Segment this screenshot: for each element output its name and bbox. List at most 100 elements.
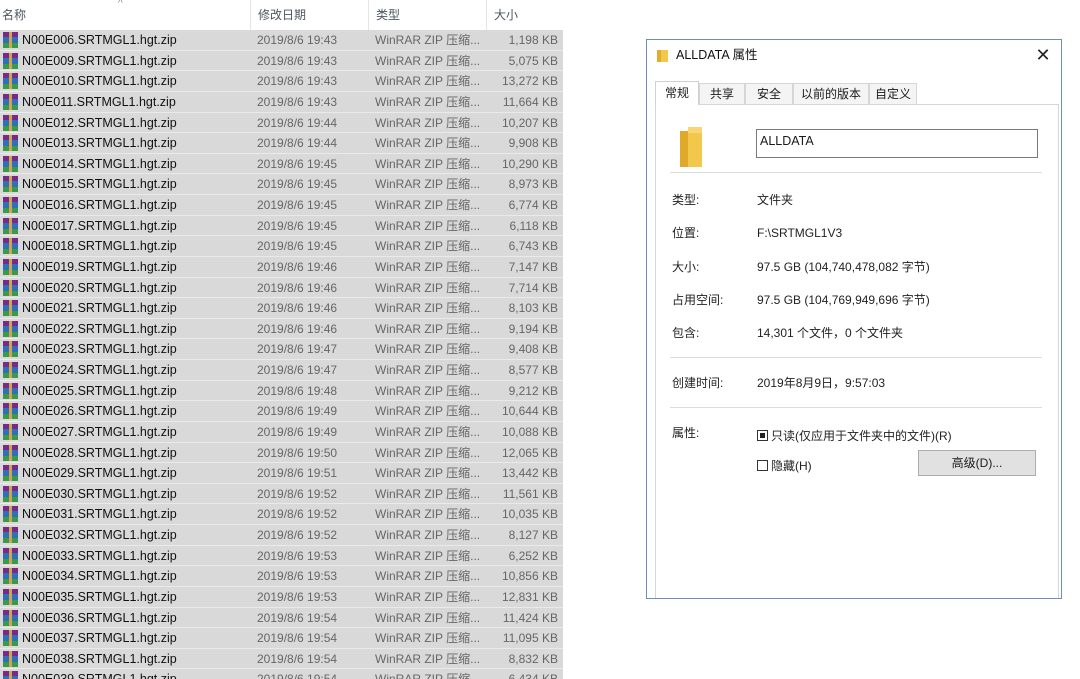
file-name[interactable]: N00E018.SRTMGL1.hgt.zip <box>22 236 250 256</box>
tab-previous-versions[interactable]: 以前的版本 <box>793 83 869 104</box>
file-row[interactable]: N00E032.SRTMGL1.hgt.zip 2019/8/6 19:52 Win… <box>0 525 563 546</box>
file-name[interactable]: N00E012.SRTMGL1.hgt.zip <box>22 113 250 133</box>
file-row[interactable]: N00E020.SRTMGL1.hgt.zip 2019/8/6 19:46 Win… <box>0 277 563 299</box>
file-row[interactable]: N00E011.SRTMGL1.hgt.zip 2019/8/6 19:43 Win… <box>0 91 563 113</box>
file-type: WinRAR ZIP 压缩... <box>375 404 481 419</box>
file-modified-date: 2019/8/6 19:43 <box>257 94 338 109</box>
dialog-titlebar[interactable]: ALLDATA 属性 ✕ <box>647 40 1061 71</box>
file-row[interactable]: N00E027.SRTMGL1.hgt.zip 2019/8/6 19:49 Win… <box>0 421 563 443</box>
file-name[interactable]: N00E036.SRTMGL1.hgt.zip <box>22 608 250 628</box>
file-row[interactable]: N00E033.SRTMGL1.hgt.zip 2019/8/6 19:53 Win… <box>0 545 563 567</box>
file-name[interactable]: N00E009.SRTMGL1.hgt.zip <box>22 51 250 71</box>
file-row[interactable]: N00E025.SRTMGL1.hgt.zip 2019/8/6 19:48 Win… <box>0 380 563 402</box>
file-row[interactable]: N00E029.SRTMGL1.hgt.zip 2019/8/6 19:51 Win… <box>0 463 563 484</box>
file-name[interactable]: N00E015.SRTMGL1.hgt.zip <box>22 174 250 194</box>
file-name[interactable]: N00E021.SRTMGL1.hgt.zip <box>22 298 250 318</box>
file-row[interactable]: N00E031.SRTMGL1.hgt.zip 2019/8/6 19:52 Win… <box>0 504 563 525</box>
disk-size-label: 占用空间: <box>672 293 724 307</box>
winrar-archive-icon <box>3 671 18 679</box>
file-row[interactable]: N00E036.SRTMGL1.hgt.zip 2019/8/6 19:54 Win… <box>0 607 563 629</box>
file-name[interactable]: N00E034.SRTMGL1.hgt.zip <box>22 566 250 586</box>
file-size: 6,252 KB <box>508 548 558 563</box>
advanced-button[interactable]: 高级(D)... <box>918 450 1036 476</box>
readonly-checkbox[interactable]: 只读(仅应用于文件夹中的文件)(R) <box>757 428 952 444</box>
file-row[interactable]: N00E009.SRTMGL1.hgt.zip 2019/8/6 19:43 Win… <box>0 50 563 72</box>
file-row[interactable]: N00E023.SRTMGL1.hgt.zip 2019/8/6 19:47 Win… <box>0 339 563 360</box>
file-name[interactable]: N00E027.SRTMGL1.hgt.zip <box>22 422 250 442</box>
file-name[interactable]: N00E024.SRTMGL1.hgt.zip <box>22 360 250 380</box>
file-row[interactable]: N00E013.SRTMGL1.hgt.zip 2019/8/6 19:44 Win… <box>0 133 563 154</box>
file-name[interactable]: N00E031.SRTMGL1.hgt.zip <box>22 504 250 524</box>
file-row[interactable]: N00E030.SRTMGL1.hgt.zip 2019/8/6 19:52 Win… <box>0 483 563 505</box>
checkbox-checked-icon[interactable] <box>757 430 768 441</box>
tab-customize[interactable]: 自定义 <box>869 83 917 104</box>
checkbox-unchecked-icon[interactable] <box>757 460 768 471</box>
file-row[interactable]: N00E017.SRTMGL1.hgt.zip 2019/8/6 19:45 Win… <box>0 215 563 237</box>
file-row[interactable]: N00E039.SRTMGL1.hgt.zip 2019/8/6 19:54 Win… <box>0 669 563 679</box>
file-name[interactable]: N00E010.SRTMGL1.hgt.zip <box>22 71 250 91</box>
winrar-archive-icon <box>3 547 18 564</box>
file-name[interactable]: N00E039.SRTMGL1.hgt.zip <box>22 669 250 679</box>
tab-security[interactable]: 安全 <box>745 83 793 104</box>
folder-name-input[interactable]: ALLDATA <box>756 129 1038 158</box>
file-name[interactable]: N00E014.SRTMGL1.hgt.zip <box>22 154 250 174</box>
winrar-archive-icon <box>3 135 18 152</box>
file-name[interactable]: N00E019.SRTMGL1.hgt.zip <box>22 257 250 277</box>
file-name[interactable]: N00E028.SRTMGL1.hgt.zip <box>22 443 250 463</box>
tab-sharing[interactable]: 共享 <box>699 83 745 104</box>
file-modified-date: 2019/8/6 19:44 <box>257 115 338 130</box>
file-row[interactable]: N00E010.SRTMGL1.hgt.zip 2019/8/6 19:43 Win… <box>0 71 563 92</box>
file-name[interactable]: N00E006.SRTMGL1.hgt.zip <box>22 30 250 50</box>
file-row[interactable]: N00E016.SRTMGL1.hgt.zip 2019/8/6 19:45 Win… <box>0 195 563 216</box>
file-row[interactable]: N00E022.SRTMGL1.hgt.zip 2019/8/6 19:46 Win… <box>0 318 563 340</box>
file-name[interactable]: N00E026.SRTMGL1.hgt.zip <box>22 401 250 421</box>
winrar-archive-icon <box>3 279 18 296</box>
file-modified-date: 2019/8/6 19:52 <box>257 528 338 542</box>
file-row[interactable]: N00E015.SRTMGL1.hgt.zip 2019/8/6 19:45 Win… <box>0 174 563 195</box>
file-row[interactable]: N00E024.SRTMGL1.hgt.zip 2019/8/6 19:47 Win… <box>0 360 563 381</box>
file-row[interactable]: N00E035.SRTMGL1.hgt.zip 2019/8/6 19:53 Win… <box>0 586 563 608</box>
file-name[interactable]: N00E022.SRTMGL1.hgt.zip <box>22 319 250 339</box>
file-row[interactable]: N00E018.SRTMGL1.hgt.zip 2019/8/6 19:45 Win… <box>0 236 563 257</box>
file-row[interactable]: N00E034.SRTMGL1.hgt.zip 2019/8/6 19:53 Win… <box>0 566 563 587</box>
file-row[interactable]: N00E012.SRTMGL1.hgt.zip 2019/8/6 19:44 Win… <box>0 112 563 134</box>
close-button[interactable]: ✕ <box>1025 40 1061 71</box>
file-name[interactable]: N00E017.SRTMGL1.hgt.zip <box>22 216 250 236</box>
file-name[interactable]: N00E023.SRTMGL1.hgt.zip <box>22 339 250 359</box>
file-name[interactable]: N00E013.SRTMGL1.hgt.zip <box>22 133 250 153</box>
file-name[interactable]: N00E030.SRTMGL1.hgt.zip <box>22 484 250 504</box>
winrar-archive-icon <box>3 444 18 461</box>
file-name[interactable]: N00E038.SRTMGL1.hgt.zip <box>22 649 250 669</box>
file-size: 10,856 KB <box>501 569 558 584</box>
file-modified-date: 2019/8/6 19:47 <box>257 342 338 357</box>
hidden-checkbox[interactable]: 隐藏(H) <box>757 458 812 474</box>
file-row[interactable]: N00E038.SRTMGL1.hgt.zip 2019/8/6 19:54 Win… <box>0 648 563 670</box>
file-name[interactable]: N00E035.SRTMGL1.hgt.zip <box>22 587 250 607</box>
column-header-size[interactable]: 大小 <box>486 0 563 30</box>
file-name[interactable]: N00E020.SRTMGL1.hgt.zip <box>22 278 250 298</box>
column-header-date[interactable]: 修改日期 <box>250 0 368 30</box>
file-row[interactable]: N00E006.SRTMGL1.hgt.zip 2019/8/6 19:43 Win… <box>0 30 563 51</box>
file-type: WinRAR ZIP 压缩... <box>375 136 481 151</box>
file-name[interactable]: N00E025.SRTMGL1.hgt.zip <box>22 381 250 401</box>
file-name[interactable]: N00E037.SRTMGL1.hgt.zip <box>22 628 250 648</box>
winrar-archive-icon <box>3 155 18 172</box>
file-name[interactable]: N00E016.SRTMGL1.hgt.zip <box>22 195 250 215</box>
file-row[interactable]: N00E028.SRTMGL1.hgt.zip 2019/8/6 19:50 Win… <box>0 442 563 464</box>
file-size: 12,831 KB <box>501 589 558 604</box>
file-row[interactable]: N00E019.SRTMGL1.hgt.zip 2019/8/6 19:46 Win… <box>0 256 563 278</box>
file-type: WinRAR ZIP 压缩... <box>375 363 481 377</box>
file-name[interactable]: N00E032.SRTMGL1.hgt.zip <box>22 525 250 545</box>
tab-general[interactable]: 常规 <box>655 81 699 105</box>
file-row[interactable]: N00E014.SRTMGL1.hgt.zip 2019/8/6 19:45 Win… <box>0 153 563 175</box>
file-name[interactable]: N00E033.SRTMGL1.hgt.zip <box>22 546 250 566</box>
file-row[interactable]: N00E037.SRTMGL1.hgt.zip 2019/8/6 19:54 Win… <box>0 628 563 649</box>
divider <box>670 407 1042 408</box>
column-header-type[interactable]: 类型 <box>368 0 486 30</box>
file-name[interactable]: N00E011.SRTMGL1.hgt.zip <box>22 92 250 112</box>
column-header-name[interactable]: 名称 <box>0 0 250 30</box>
file-row[interactable]: N00E026.SRTMGL1.hgt.zip 2019/8/6 19:49 Win… <box>0 401 563 422</box>
file-row[interactable]: N00E021.SRTMGL1.hgt.zip 2019/8/6 19:46 Win… <box>0 298 563 319</box>
winrar-archive-icon <box>3 650 18 667</box>
file-name[interactable]: N00E029.SRTMGL1.hgt.zip <box>22 463 250 483</box>
